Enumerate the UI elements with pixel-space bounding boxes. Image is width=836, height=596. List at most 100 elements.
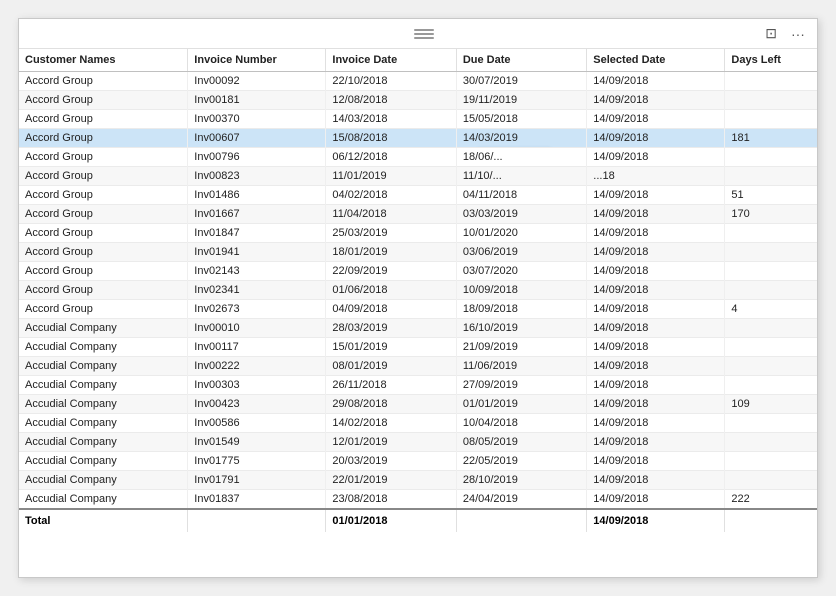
cell-days-left bbox=[725, 338, 817, 357]
cell-selected-date: 14/09/2018 bbox=[587, 262, 725, 281]
table-row[interactable]: Accord GroupInv0082311/01/201911/10/....… bbox=[19, 167, 817, 186]
cell-selected-date: ...18 bbox=[587, 167, 725, 186]
drag-handle-area[interactable] bbox=[414, 29, 434, 39]
cell-selected-date: 14/09/2018 bbox=[587, 319, 725, 338]
footer-invoice-number bbox=[188, 509, 326, 532]
cell-days-left: 170 bbox=[725, 205, 817, 224]
cell-invoice-number: Inv01486 bbox=[188, 186, 326, 205]
cell-invoice-date: 11/04/2018 bbox=[326, 205, 456, 224]
cell-days-left: 4 bbox=[725, 300, 817, 319]
cell-invoice-number: Inv00303 bbox=[188, 376, 326, 395]
table-row[interactable]: Accord GroupInv0079606/12/201818/06/...1… bbox=[19, 148, 817, 167]
cell-due-date: 08/05/2019 bbox=[456, 433, 586, 452]
cell-invoice-date: 18/01/2019 bbox=[326, 243, 456, 262]
cell-due-date: 21/09/2019 bbox=[456, 338, 586, 357]
cell-invoice-date: 11/01/2019 bbox=[326, 167, 456, 186]
cell-invoice-date: 04/02/2018 bbox=[326, 186, 456, 205]
titlebar-actions: ⊡ ··· bbox=[761, 23, 809, 44]
table-row[interactable]: Accudial CompanyInv0042329/08/201801/01/… bbox=[19, 395, 817, 414]
cell-invoice-date: 15/01/2019 bbox=[326, 338, 456, 357]
cell-customer: Accord Group bbox=[19, 224, 188, 243]
col-header-days-left[interactable]: Days Left bbox=[725, 49, 817, 72]
cell-selected-date: 14/09/2018 bbox=[587, 72, 725, 91]
col-header-customer[interactable]: Customer Names bbox=[19, 49, 188, 72]
cell-days-left bbox=[725, 433, 817, 452]
cell-days-left bbox=[725, 110, 817, 129]
cell-customer: Accudial Company bbox=[19, 338, 188, 357]
table-row[interactable]: Accudial CompanyInv0030326/11/201827/09/… bbox=[19, 376, 817, 395]
cell-days-left bbox=[725, 224, 817, 243]
table-row[interactable]: Accord GroupInv0166711/04/201803/03/2019… bbox=[19, 205, 817, 224]
cell-selected-date: 14/09/2018 bbox=[587, 186, 725, 205]
cell-selected-date: 14/09/2018 bbox=[587, 148, 725, 167]
cell-customer: Accudial Company bbox=[19, 414, 188, 433]
cell-customer: Accudial Company bbox=[19, 319, 188, 338]
table-row[interactable]: Accord GroupInv0184725/03/201910/01/2020… bbox=[19, 224, 817, 243]
table-row[interactable]: Accudial CompanyInv0154912/01/201908/05/… bbox=[19, 433, 817, 452]
cell-customer: Accord Group bbox=[19, 186, 188, 205]
cell-days-left bbox=[725, 91, 817, 110]
more-options-button[interactable]: ··· bbox=[787, 24, 809, 44]
cell-selected-date: 14/09/2018 bbox=[587, 91, 725, 110]
cell-due-date: 15/05/2018 bbox=[456, 110, 586, 129]
table-row[interactable]: Accudial CompanyInv0022208/01/201911/06/… bbox=[19, 357, 817, 376]
cell-customer: Accord Group bbox=[19, 167, 188, 186]
expand-button[interactable]: ⊡ bbox=[761, 23, 781, 44]
table-row[interactable]: Accudial CompanyInv0177520/03/201922/05/… bbox=[19, 452, 817, 471]
cell-customer: Accudial Company bbox=[19, 452, 188, 471]
cell-invoice-number: Inv00586 bbox=[188, 414, 326, 433]
cell-days-left bbox=[725, 262, 817, 281]
table-row[interactable]: Accord GroupInv0037014/03/201815/05/2018… bbox=[19, 110, 817, 129]
cell-due-date: 16/10/2019 bbox=[456, 319, 586, 338]
table-row[interactable]: Accudial CompanyInv0001028/03/201916/10/… bbox=[19, 319, 817, 338]
footer-invoice-date: 01/01/2018 bbox=[326, 509, 456, 532]
cell-days-left bbox=[725, 148, 817, 167]
cell-days-left: 222 bbox=[725, 490, 817, 510]
cell-due-date: 10/04/2018 bbox=[456, 414, 586, 433]
cell-due-date: 11/10/... bbox=[456, 167, 586, 186]
cell-due-date: 22/05/2019 bbox=[456, 452, 586, 471]
cell-customer: Accord Group bbox=[19, 129, 188, 148]
table-row[interactable]: Accudial CompanyInv0011715/01/201921/09/… bbox=[19, 338, 817, 357]
cell-invoice-number: Inv00222 bbox=[188, 357, 326, 376]
table-row[interactable]: Accord GroupInv0009222/10/201830/07/2019… bbox=[19, 72, 817, 91]
cell-invoice-date: 26/11/2018 bbox=[326, 376, 456, 395]
cell-invoice-date: 15/08/2018 bbox=[326, 129, 456, 148]
cell-invoice-date: 08/01/2019 bbox=[326, 357, 456, 376]
table-row[interactable]: Accudial CompanyInv0058614/02/201810/04/… bbox=[19, 414, 817, 433]
cell-days-left bbox=[725, 319, 817, 338]
cell-days-left: 181 bbox=[725, 129, 817, 148]
cell-customer: Accord Group bbox=[19, 262, 188, 281]
cell-due-date: 30/07/2019 bbox=[456, 72, 586, 91]
table-row[interactable]: Accord GroupInv0148604/02/201804/11/2018… bbox=[19, 186, 817, 205]
cell-days-left bbox=[725, 167, 817, 186]
cell-due-date: 03/03/2019 bbox=[456, 205, 586, 224]
cell-selected-date: 14/09/2018 bbox=[587, 243, 725, 262]
col-header-invoice-date[interactable]: Invoice Date bbox=[326, 49, 456, 72]
cell-invoice-date: 12/08/2018 bbox=[326, 91, 456, 110]
col-header-selected-date[interactable]: Selected Date bbox=[587, 49, 725, 72]
cell-days-left bbox=[725, 414, 817, 433]
cell-selected-date: 14/09/2018 bbox=[587, 433, 725, 452]
cell-customer: Accord Group bbox=[19, 281, 188, 300]
col-header-invoice-number[interactable]: Invoice Number bbox=[188, 49, 326, 72]
table-row[interactable]: Accord GroupInv0214322/09/201903/07/2020… bbox=[19, 262, 817, 281]
cell-invoice-number: Inv00370 bbox=[188, 110, 326, 129]
cell-due-date: 01/01/2019 bbox=[456, 395, 586, 414]
table-row[interactable]: Accord GroupInv0060715/08/201814/03/2019… bbox=[19, 129, 817, 148]
table-row[interactable]: Accudial CompanyInv0179122/01/201928/10/… bbox=[19, 471, 817, 490]
table-container[interactable]: Customer Names Invoice Number Invoice Da… bbox=[19, 49, 817, 577]
cell-days-left bbox=[725, 357, 817, 376]
col-header-due-date[interactable]: Due Date bbox=[456, 49, 586, 72]
table-row[interactable]: Accord GroupInv0018112/08/201819/11/2019… bbox=[19, 91, 817, 110]
table-row[interactable]: Accudial CompanyInv0183723/08/201824/04/… bbox=[19, 490, 817, 510]
cell-selected-date: 14/09/2018 bbox=[587, 110, 725, 129]
cell-invoice-number: Inv02673 bbox=[188, 300, 326, 319]
cell-due-date: 11/06/2019 bbox=[456, 357, 586, 376]
cell-invoice-date: 22/01/2019 bbox=[326, 471, 456, 490]
table-row[interactable]: Accord GroupInv0234101/06/201810/09/2018… bbox=[19, 281, 817, 300]
cell-customer: Accord Group bbox=[19, 148, 188, 167]
table-row[interactable]: Accord GroupInv0194118/01/201903/06/2019… bbox=[19, 243, 817, 262]
table-row[interactable]: Accord GroupInv0267304/09/201818/09/2018… bbox=[19, 300, 817, 319]
cell-customer: Accudial Company bbox=[19, 376, 188, 395]
